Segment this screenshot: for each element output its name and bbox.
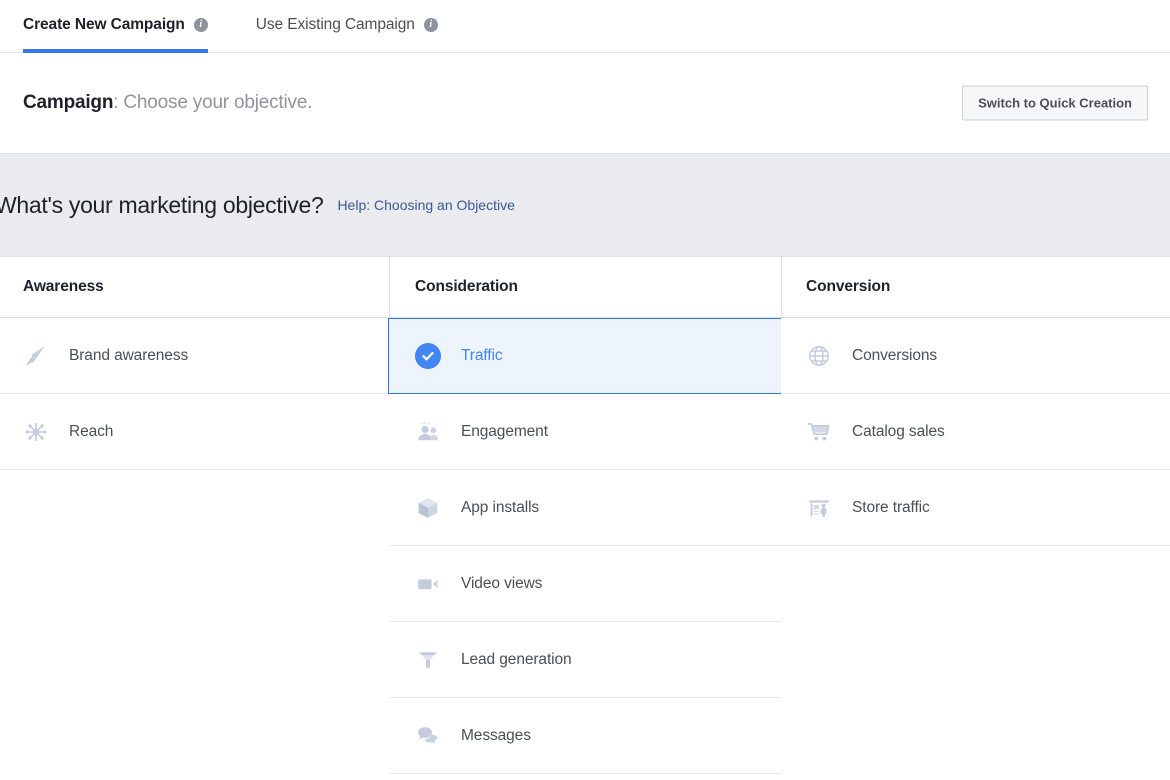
speech-bubbles-icon xyxy=(415,723,441,749)
objective-option-traffic[interactable]: Traffic xyxy=(388,318,782,394)
tab-create-new-campaign-label: Create New Campaign xyxy=(23,16,185,34)
column-filler xyxy=(0,470,389,774)
objective-option-label: Traffic xyxy=(461,347,503,365)
tab-create-new-campaign[interactable]: Create New Campaign i xyxy=(23,0,208,49)
tab-active-underline xyxy=(23,49,208,53)
objective-option-label: Reach xyxy=(69,423,113,441)
shopping-cart-icon xyxy=(806,419,832,445)
objective-option-label: Video views xyxy=(461,575,542,593)
page-title: Campaign: Choose your objective. xyxy=(23,92,312,114)
cube-icon xyxy=(415,495,441,521)
objective-option-label: Store traffic xyxy=(852,499,930,517)
objective-option-lead-generation[interactable]: Lead generation xyxy=(389,622,781,698)
column-filler xyxy=(781,546,1170,774)
objective-option-messages[interactable]: Messages xyxy=(389,698,781,774)
people-icon xyxy=(415,419,441,445)
column-heading-consideration: Consideration xyxy=(389,257,781,318)
info-icon[interactable]: i xyxy=(424,18,438,32)
switch-to-quick-creation-button[interactable]: Switch to Quick Creation xyxy=(962,86,1148,121)
info-icon[interactable]: i xyxy=(194,18,208,32)
reach-starburst-icon xyxy=(23,419,49,445)
objective-option-brand-awareness[interactable]: Brand awareness xyxy=(0,318,389,394)
help-choosing-an-objective-link[interactable]: Help: Choosing an Objective xyxy=(337,197,514,213)
objective-option-reach[interactable]: Reach xyxy=(0,394,389,470)
objective-option-label: Messages xyxy=(461,727,531,745)
page-title-rest: : Choose your objective. xyxy=(113,92,312,113)
marketing-objective-question: What's your marketing objective? xyxy=(0,192,323,219)
campaign-header: Campaign: Choose your objective. Switch … xyxy=(0,53,1170,153)
tab-list: Create New Campaign i Use Existing Campa… xyxy=(0,0,1170,49)
objective-option-label: App installs xyxy=(461,499,539,517)
objective-option-conversions[interactable]: Conversions xyxy=(781,318,1170,394)
column-heading-awareness: Awareness xyxy=(0,257,389,318)
objective-option-catalog-sales[interactable]: Catalog sales xyxy=(781,394,1170,470)
objective-option-label: Brand awareness xyxy=(69,347,188,365)
page-title-bold: Campaign xyxy=(23,92,113,113)
video-camera-icon xyxy=(415,571,441,597)
megaphone-icon xyxy=(23,343,49,369)
globe-icon xyxy=(806,343,832,369)
objective-option-video-views[interactable]: Video views xyxy=(389,546,781,622)
objective-option-engagement[interactable]: Engagement xyxy=(389,394,781,470)
tab-bar: Create New Campaign i Use Existing Campa… xyxy=(0,0,1170,53)
check-circle-icon xyxy=(415,343,441,369)
tab-use-existing-campaign[interactable]: Use Existing Campaign i xyxy=(256,0,438,49)
storefront-icon xyxy=(806,495,832,521)
objective-columns: Awareness Brand awareness xyxy=(0,257,1170,774)
objective-option-store-traffic[interactable]: Store traffic xyxy=(781,470,1170,546)
objective-option-label: Lead generation xyxy=(461,651,572,669)
objective-option-label: Conversions xyxy=(852,347,937,365)
objective-option-app-installs[interactable]: App installs xyxy=(389,470,781,546)
funnel-icon xyxy=(415,647,441,673)
objective-option-label: Catalog sales xyxy=(852,423,945,441)
marketing-objective-band: What's your marketing objective? Help: C… xyxy=(0,153,1170,257)
tab-use-existing-campaign-label: Use Existing Campaign xyxy=(256,16,415,34)
column-awareness: Awareness Brand awareness xyxy=(0,257,389,774)
column-heading-conversion: Conversion xyxy=(781,257,1170,318)
objective-option-label: Engagement xyxy=(461,423,548,441)
column-conversion: Conversion Conversions xyxy=(781,257,1170,774)
column-consideration: Consideration Traffic xyxy=(389,257,781,774)
